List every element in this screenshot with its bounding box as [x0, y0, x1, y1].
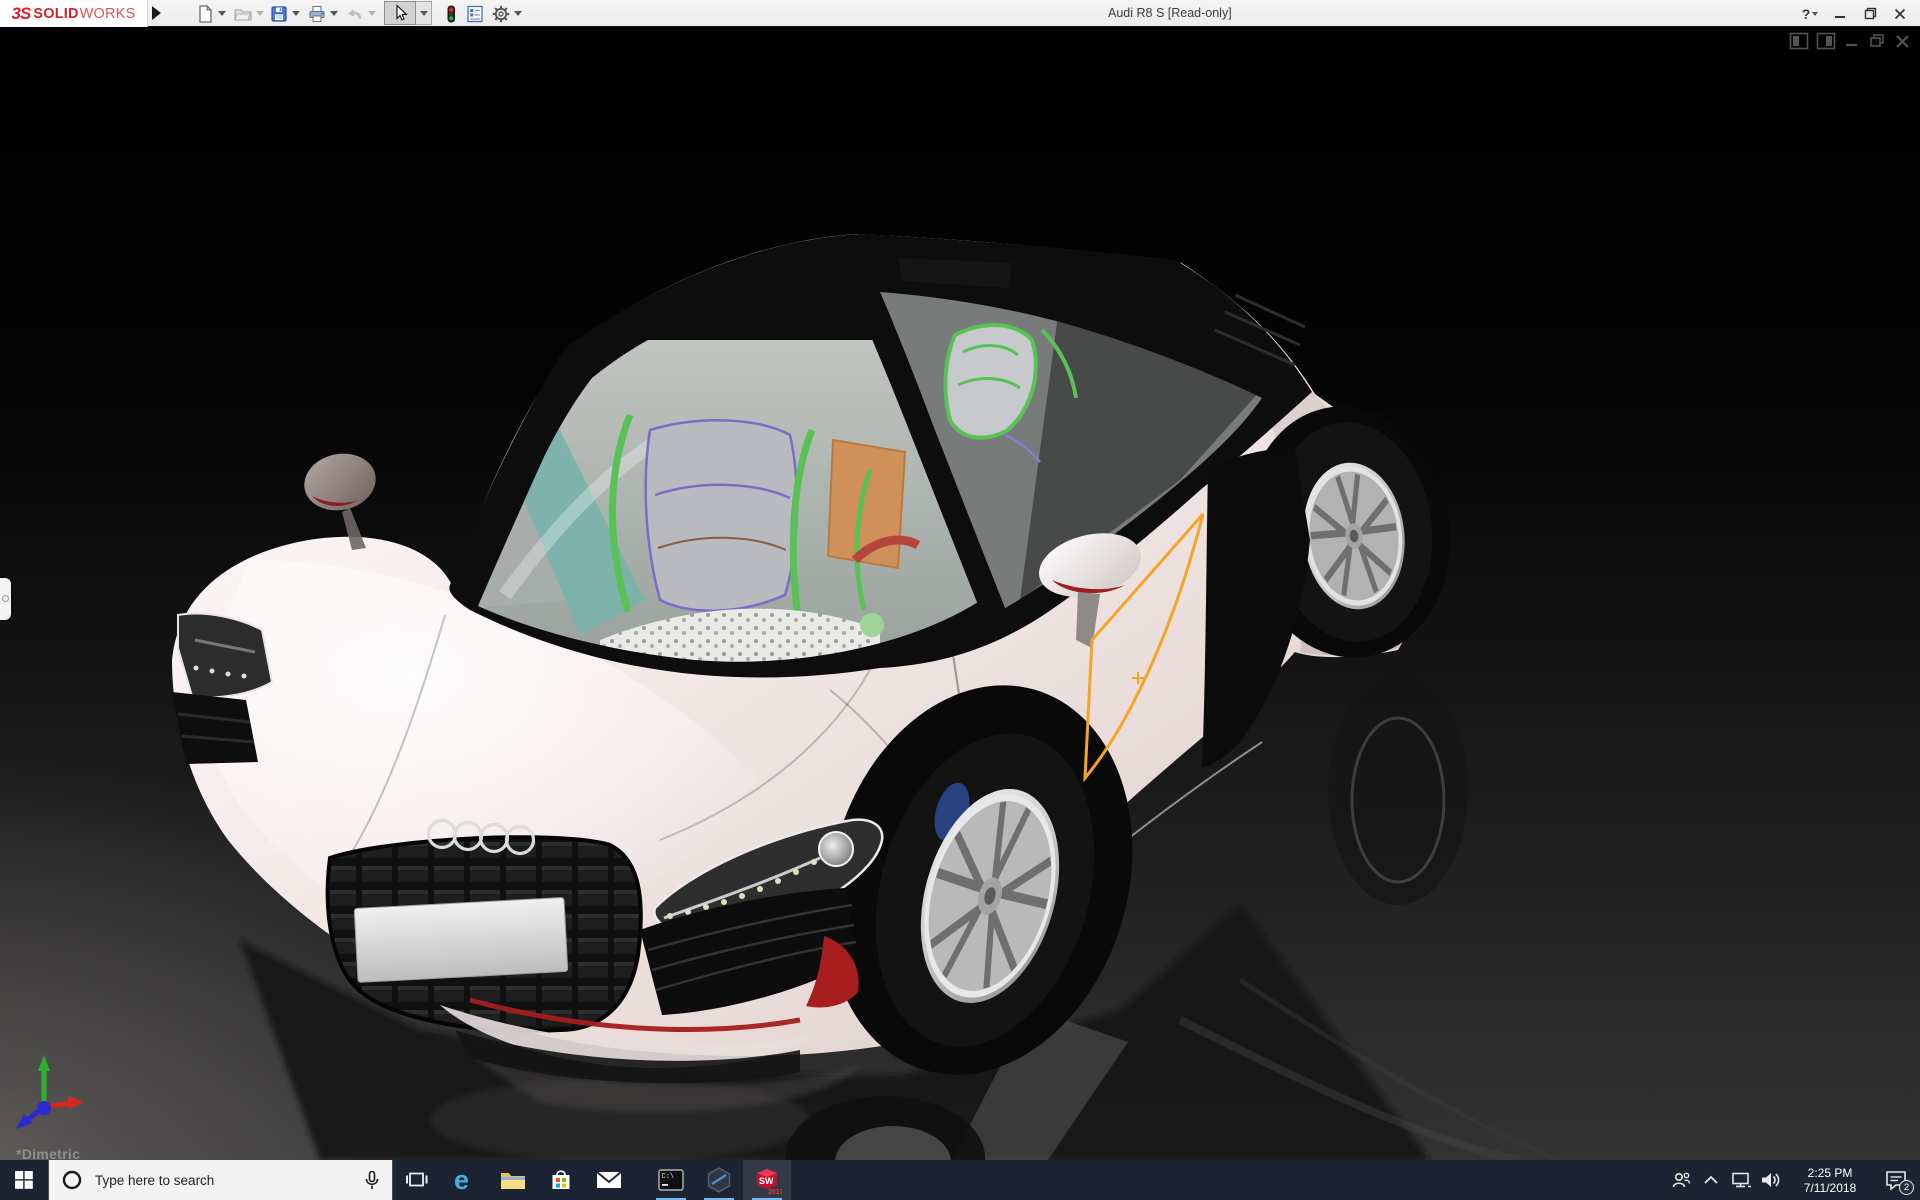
- feature-panel-collapsed-tab[interactable]: [0, 578, 11, 620]
- new-dropdown-caret[interactable]: [218, 11, 226, 16]
- svg-text:C:\: C:\: [662, 1173, 675, 1181]
- svg-text:2017: 2017: [768, 1189, 782, 1195]
- tray-overflow-button[interactable]: [1698, 1160, 1724, 1200]
- network-button[interactable]: [1728, 1160, 1754, 1200]
- pane-left-icon[interactable]: [1789, 32, 1809, 50]
- restore-button[interactable]: [1856, 1, 1884, 26]
- hexagon-app-button[interactable]: [695, 1160, 743, 1200]
- restore-icon: [1864, 7, 1876, 20]
- hexagon-app-icon: [707, 1167, 731, 1193]
- save-icon: [271, 5, 287, 22]
- open-button[interactable]: [232, 3, 254, 24]
- windows-taskbar: Type here to search e C:\ SW 2017 2:25 P…: [0, 1160, 1920, 1200]
- panel-tab-dot-icon: [2, 595, 9, 602]
- titlebar: 3S SOLID WORKS Audi R8 S [Read-only] ?: [0, 0, 1920, 27]
- select-tool-button[interactable]: [384, 1, 416, 25]
- options-button[interactable]: [490, 3, 512, 24]
- properties-form-icon: [467, 5, 483, 22]
- logo-text-works: WORKS: [79, 5, 136, 22]
- start-button[interactable]: [0, 1160, 48, 1200]
- doc-restore-icon[interactable]: [1868, 32, 1887, 50]
- people-button[interactable]: [1668, 1160, 1694, 1200]
- store-icon: [552, 1170, 570, 1189]
- select-dropdown-button[interactable]: [416, 1, 432, 25]
- graphics-viewport[interactable]: *Dimetric: [0, 27, 1920, 1162]
- action-center-button[interactable]: 2: [1876, 1160, 1916, 1200]
- command-prompt-button[interactable]: C:\: [647, 1160, 695, 1200]
- close-button[interactable]: [1886, 1, 1914, 26]
- select-cursor-icon: [396, 4, 408, 21]
- mail-icon: [596, 1171, 622, 1188]
- open-dropdown-caret[interactable]: [256, 11, 264, 16]
- minimize-icon: [1835, 15, 1845, 18]
- tray-date: 7/11/2018: [1803, 1180, 1857, 1195]
- mail-button[interactable]: [585, 1160, 633, 1200]
- license-plate: [353, 897, 569, 983]
- left-intake: [172, 692, 258, 764]
- volume-button[interactable]: [1758, 1160, 1784, 1200]
- logo-text-solid: SOLID: [33, 5, 79, 22]
- system-tray: 2:25 PM 7/11/2018 2: [1668, 1160, 1920, 1200]
- undo-icon: [347, 8, 362, 19]
- task-view-button[interactable]: [393, 1160, 441, 1200]
- windows-start-icon: [15, 1171, 33, 1189]
- reference-triad-icon: [16, 1055, 84, 1129]
- tray-time: 2:25 PM: [1807, 1165, 1853, 1180]
- new-document-button[interactable]: [194, 3, 216, 24]
- svg-text:SW: SW: [759, 1176, 774, 1186]
- task-view-icon: [406, 1172, 428, 1187]
- undo-button[interactable]: [344, 3, 366, 24]
- solidworks-logo: 3S SOLID WORKS: [0, 0, 148, 27]
- print-dropdown-caret[interactable]: [330, 11, 338, 16]
- projector-lens: [818, 831, 854, 867]
- volume-icon: [1762, 1173, 1780, 1187]
- doc-close-icon[interactable]: [1894, 32, 1912, 50]
- traffic-light-icon: [447, 5, 455, 22]
- new-document-icon: [199, 4, 213, 23]
- save-dropdown-caret[interactable]: [292, 11, 300, 16]
- file-explorer-button[interactable]: [489, 1160, 537, 1200]
- close-icon: [1894, 8, 1906, 19]
- car-model-3d[interactable]: [0, 27, 1920, 1160]
- document-title: Audi R8 S [Read-only]: [1108, 6, 1232, 20]
- file-properties-button[interactable]: [464, 3, 486, 24]
- minimize-button[interactable]: [1826, 1, 1854, 26]
- print-icon: [309, 5, 325, 22]
- left-mirror[interactable]: [299, 447, 381, 550]
- svg-text:e: e: [454, 1166, 469, 1194]
- undo-dropdown-caret[interactable]: [368, 11, 376, 16]
- help-dropdown-caret: [1812, 11, 1819, 16]
- document-window-controls: [1789, 32, 1912, 50]
- network-icon: [1732, 1172, 1751, 1188]
- microphone-icon[interactable]: [364, 1170, 380, 1190]
- chevron-up-icon: [1704, 1175, 1718, 1184]
- search-placeholder: Type here to search: [95, 1172, 215, 1188]
- open-icon: [234, 8, 252, 21]
- help-button[interactable]: ?: [1796, 1, 1824, 26]
- command-prompt-icon: C:\: [658, 1169, 684, 1191]
- save-button[interactable]: [268, 3, 290, 24]
- print-button[interactable]: [306, 3, 328, 24]
- people-icon: [1672, 1172, 1691, 1188]
- notification-badge: 2: [1899, 1180, 1914, 1195]
- cortana-icon: [62, 1170, 82, 1190]
- gear-icon: [492, 5, 510, 22]
- edge-icon: e: [454, 1166, 469, 1194]
- rebuild-button[interactable]: [440, 3, 462, 24]
- store-button[interactable]: [537, 1160, 585, 1200]
- taskbar-search-input[interactable]: Type here to search: [48, 1160, 393, 1200]
- clock[interactable]: 2:25 PM 7/11/2018: [1788, 1165, 1872, 1196]
- menu-flyout-arrow-icon[interactable]: [152, 6, 161, 20]
- solidworks-2017-button[interactable]: SW 2017: [743, 1160, 791, 1200]
- ds-logo-icon: 3S: [11, 3, 32, 23]
- side-blade: [1202, 448, 1310, 768]
- options-dropdown-caret[interactable]: [514, 11, 522, 16]
- pane-right-icon[interactable]: [1816, 32, 1836, 50]
- edge-button[interactable]: e: [441, 1160, 489, 1200]
- file-explorer-icon: [501, 1173, 525, 1189]
- doc-minimize-icon[interactable]: [1843, 32, 1861, 50]
- solidworks-2017-icon: SW 2017: [757, 1169, 782, 1195]
